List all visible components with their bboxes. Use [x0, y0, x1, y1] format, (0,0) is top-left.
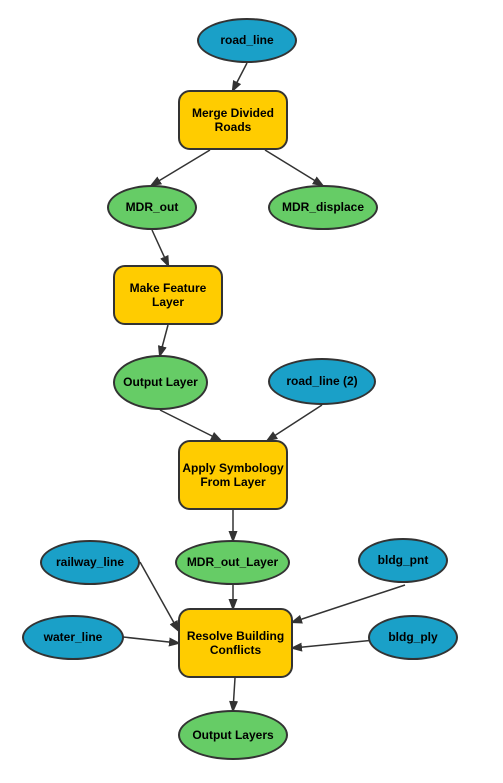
node-mdr-out-layer: MDR_out_Layer [175, 540, 290, 585]
node-resolve-building-conflicts: Resolve Building Conflicts [178, 608, 293, 678]
node-mdr-displace: MDR_displace [268, 185, 378, 230]
node-water-line: water_line [22, 615, 124, 660]
node-make-feature-layer: Make Feature Layer [113, 265, 223, 325]
node-bldg-ply: bldg_ply [368, 615, 458, 660]
node-bldg-pnt: bldg_pnt [358, 538, 448, 583]
node-merge-divided-roads: Merge Divided Roads [178, 90, 288, 150]
node-output-layer: Output Layer [113, 355, 208, 410]
workflow-diagram: road_line Merge Divided Roads MDR_out MD… [0, 0, 503, 783]
node-output-layers: Output Layers [178, 710, 288, 760]
node-railway-line: railway_line [40, 540, 140, 585]
node-mdr-out: MDR_out [107, 185, 197, 230]
node-road-line-2: road_line (2) [268, 358, 376, 405]
node-road-line: road_line [197, 18, 297, 63]
node-apply-symbology: Apply Symbology From Layer [178, 440, 288, 510]
